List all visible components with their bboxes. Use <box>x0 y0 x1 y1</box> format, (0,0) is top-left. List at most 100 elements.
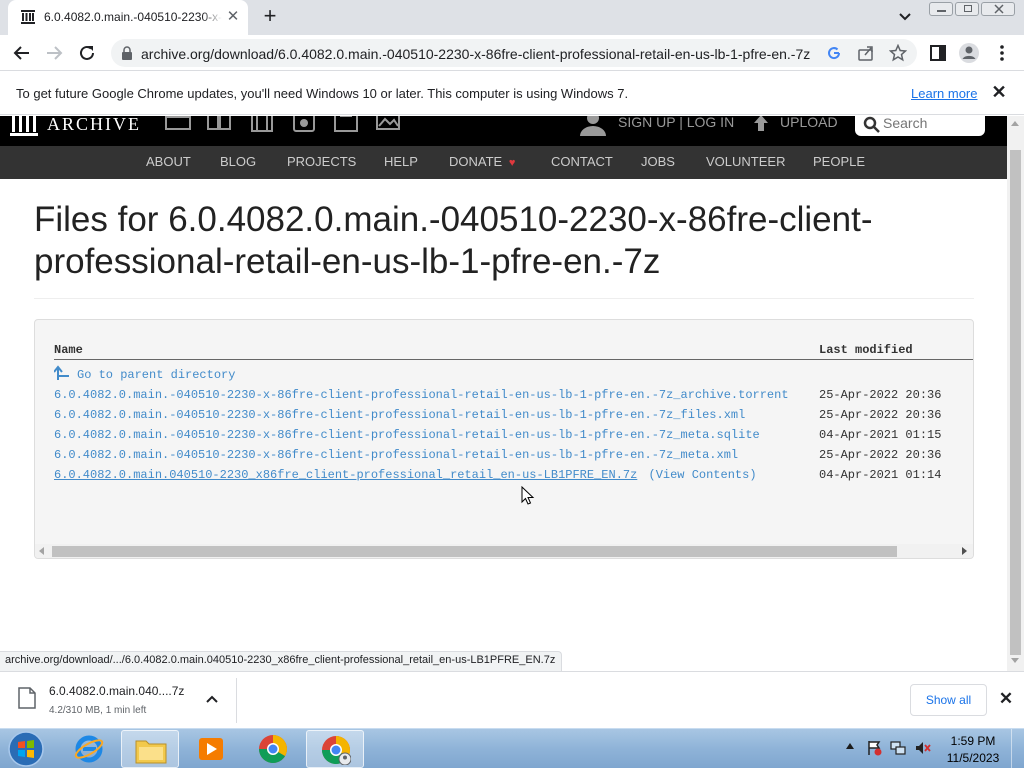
table-row: 6.0.4082.0.main.-040510-2230-x-86fre-cli… <box>54 408 745 422</box>
nav-help[interactable]: HELP <box>384 154 418 169</box>
clock-time[interactable]: 1:59 PM <box>946 734 1000 748</box>
video-film-icon[interactable] <box>249 116 275 132</box>
chrome-icon <box>259 735 287 763</box>
windows-start-button-icon[interactable] <box>5 729 47 769</box>
ia-search-input[interactable] <box>883 116 979 131</box>
horizontal-scrollbar[interactable] <box>35 544 973 558</box>
forward-arrow-icon[interactable] <box>42 41 66 65</box>
taskbar-explorer[interactable] <box>121 730 179 768</box>
audio-speaker-icon[interactable] <box>291 116 317 132</box>
file-date: 04-Apr-2021 01:14 <box>819 468 942 482</box>
scroll-right-arrow-icon[interactable] <box>962 547 967 555</box>
update-infobar: To get future Google Chrome updates, you… <box>0 72 1024 115</box>
parent-directory-icon[interactable] <box>54 365 70 381</box>
tray-overflow-icon[interactable] <box>846 743 854 749</box>
ia-logo-text[interactable]: ARCHIVE <box>47 116 141 135</box>
file-link-7z[interactable]: 6.0.4082.0.main.040510-2230_x86fre_clien… <box>54 468 637 482</box>
kebab-menu-icon[interactable] <box>990 41 1014 65</box>
browser-tab[interactable]: 6.0.4082.0.main.-040510-2230-x-86fre-cli… <box>8 0 248 35</box>
nav-blog[interactable]: BLOG <box>220 154 256 169</box>
parent-directory-link[interactable]: Go to parent directory <box>77 368 235 382</box>
new-tab-button[interactable]: + <box>258 5 282 29</box>
upload-arrow-icon[interactable] <box>753 116 769 132</box>
software-floppy-icon[interactable] <box>333 116 359 132</box>
search-icon[interactable] <box>863 116 881 134</box>
folder-icon <box>135 740 167 764</box>
nav-about[interactable]: ABOUT <box>146 154 191 169</box>
images-icon[interactable] <box>375 116 401 132</box>
learn-more-link[interactable]: Learn more <box>911 86 977 101</box>
window-close-button[interactable] <box>981 2 1015 16</box>
profile-avatar-icon[interactable] <box>957 41 981 65</box>
internet-archive-logo-icon[interactable] <box>10 116 38 138</box>
view-contents-link[interactable]: (View Contents) <box>649 468 757 482</box>
texts-book-icon[interactable] <box>206 116 232 132</box>
scroll-down-arrow-icon[interactable] <box>1011 658 1019 663</box>
header-divider <box>54 359 973 360</box>
window-restore-button[interactable] <box>955 2 979 16</box>
file-link[interactable]: 6.0.4082.0.main.-040510-2230-x-86fre-cli… <box>54 428 760 442</box>
nav-donate-label: DONATE <box>449 154 503 169</box>
taskbar-chrome-active[interactable] <box>306 730 364 768</box>
file-link[interactable]: 6.0.4082.0.main.-040510-2230-x-86fre-cli… <box>54 388 789 402</box>
nav-donate[interactable]: DONATE ♥ <box>449 154 515 169</box>
page-viewport: ARCHIVE SIGN UP | LOG IN UPLOAD ABOUT BL… <box>0 116 1024 671</box>
table-row: 6.0.4082.0.main.-040510-2230-x-86fre-cli… <box>54 448 738 462</box>
ia-nav-bar: ABOUT BLOG PROJECTS HELP DONATE ♥ CONTAC… <box>0 146 1007 179</box>
scroll-up-arrow-icon[interactable] <box>1011 121 1019 126</box>
vertical-scroll-thumb[interactable] <box>1010 150 1021 655</box>
address-bar[interactable]: archive.org/download/6.0.4082.0.main.-04… <box>111 39 917 67</box>
vertical-scrollbar[interactable] <box>1007 116 1024 671</box>
share-icon[interactable] <box>857 44 875 62</box>
tab-close-icon[interactable]: ✕ <box>224 8 242 26</box>
file-icon <box>18 687 36 709</box>
google-lens-icon[interactable] <box>825 44 843 62</box>
window-minimize-button[interactable] <box>929 2 953 16</box>
show-desktop-button[interactable] <box>1011 729 1024 769</box>
nav-people[interactable]: PEOPLE <box>813 154 865 169</box>
chrome-profile-icon <box>322 736 351 765</box>
column-header-name[interactable]: Name <box>54 343 83 357</box>
table-row: 6.0.4082.0.main.040510-2230_x86fre_clien… <box>54 468 757 482</box>
horizontal-scroll-thumb[interactable] <box>52 546 897 557</box>
scroll-left-arrow-icon[interactable] <box>39 547 44 555</box>
action-center-flag-icon[interactable] <box>866 740 882 756</box>
url-text[interactable]: archive.org/download/6.0.4082.0.main.-04… <box>141 46 810 62</box>
tab-title: 6.0.4082.0.main.-040510-2230-x-86fre-cli… <box>44 10 222 24</box>
table-row: 6.0.4082.0.main.-040510-2230-x-86fre-cli… <box>54 388 789 402</box>
infobar-message: To get future Google Chrome updates, you… <box>16 86 629 101</box>
upload-link[interactable]: UPLOAD <box>780 116 838 130</box>
file-link[interactable]: 6.0.4082.0.main.-040510-2230-x-86fre-cli… <box>54 448 738 462</box>
nav-projects[interactable]: PROJECTS <box>287 154 356 169</box>
signup-login-link[interactable]: SIGN UP | LOG IN <box>618 116 734 130</box>
shelf-close-icon[interactable]: ✕ <box>997 690 1015 708</box>
reload-icon[interactable] <box>75 41 99 65</box>
volume-muted-icon[interactable] <box>915 740 931 756</box>
network-icon[interactable] <box>890 740 906 756</box>
user-icon[interactable] <box>578 116 608 140</box>
file-link[interactable]: 6.0.4082.0.main.-040510-2230-x-86fre-cli… <box>54 408 745 422</box>
clock-date[interactable]: 11/5/2023 <box>946 751 1000 765</box>
page-title: Files for 6.0.4082.0.main.-040510-2230-x… <box>34 200 873 281</box>
nav-contact[interactable]: CONTACT <box>551 154 613 169</box>
taskbar-ie[interactable] <box>60 730 118 768</box>
internet-explorer-icon <box>74 735 104 763</box>
ia-search-box[interactable] <box>855 116 985 136</box>
taskbar-media-player[interactable] <box>182 730 240 768</box>
chevron-up-icon[interactable] <box>204 692 220 708</box>
lock-icon[interactable] <box>121 46 133 60</box>
tab-search-chevron-icon[interactable] <box>894 6 916 28</box>
column-header-last-modified[interactable]: Last modified <box>819 343 913 357</box>
back-arrow-icon[interactable] <box>10 41 34 65</box>
tab-strip: 6.0.4082.0.main.-040510-2230-x-86fre-cli… <box>0 0 1024 35</box>
infobar-close-icon[interactable]: ✕ <box>990 83 1008 101</box>
bookmark-star-icon[interactable] <box>889 44 907 62</box>
web-icon[interactable] <box>165 116 191 132</box>
download-shelf: 6.0.4082.0.main.040....7z 4.2/310 MB, 1 … <box>0 671 1024 728</box>
table-row: 6.0.4082.0.main.-040510-2230-x-86fre-cli… <box>54 428 760 442</box>
taskbar-chrome[interactable] <box>244 730 302 768</box>
show-all-button[interactable]: Show all <box>910 684 987 716</box>
nav-jobs[interactable]: JOBS <box>641 154 675 169</box>
nav-volunteer[interactable]: VOLUNTEER <box>706 154 785 169</box>
side-panel-icon[interactable] <box>926 41 950 65</box>
